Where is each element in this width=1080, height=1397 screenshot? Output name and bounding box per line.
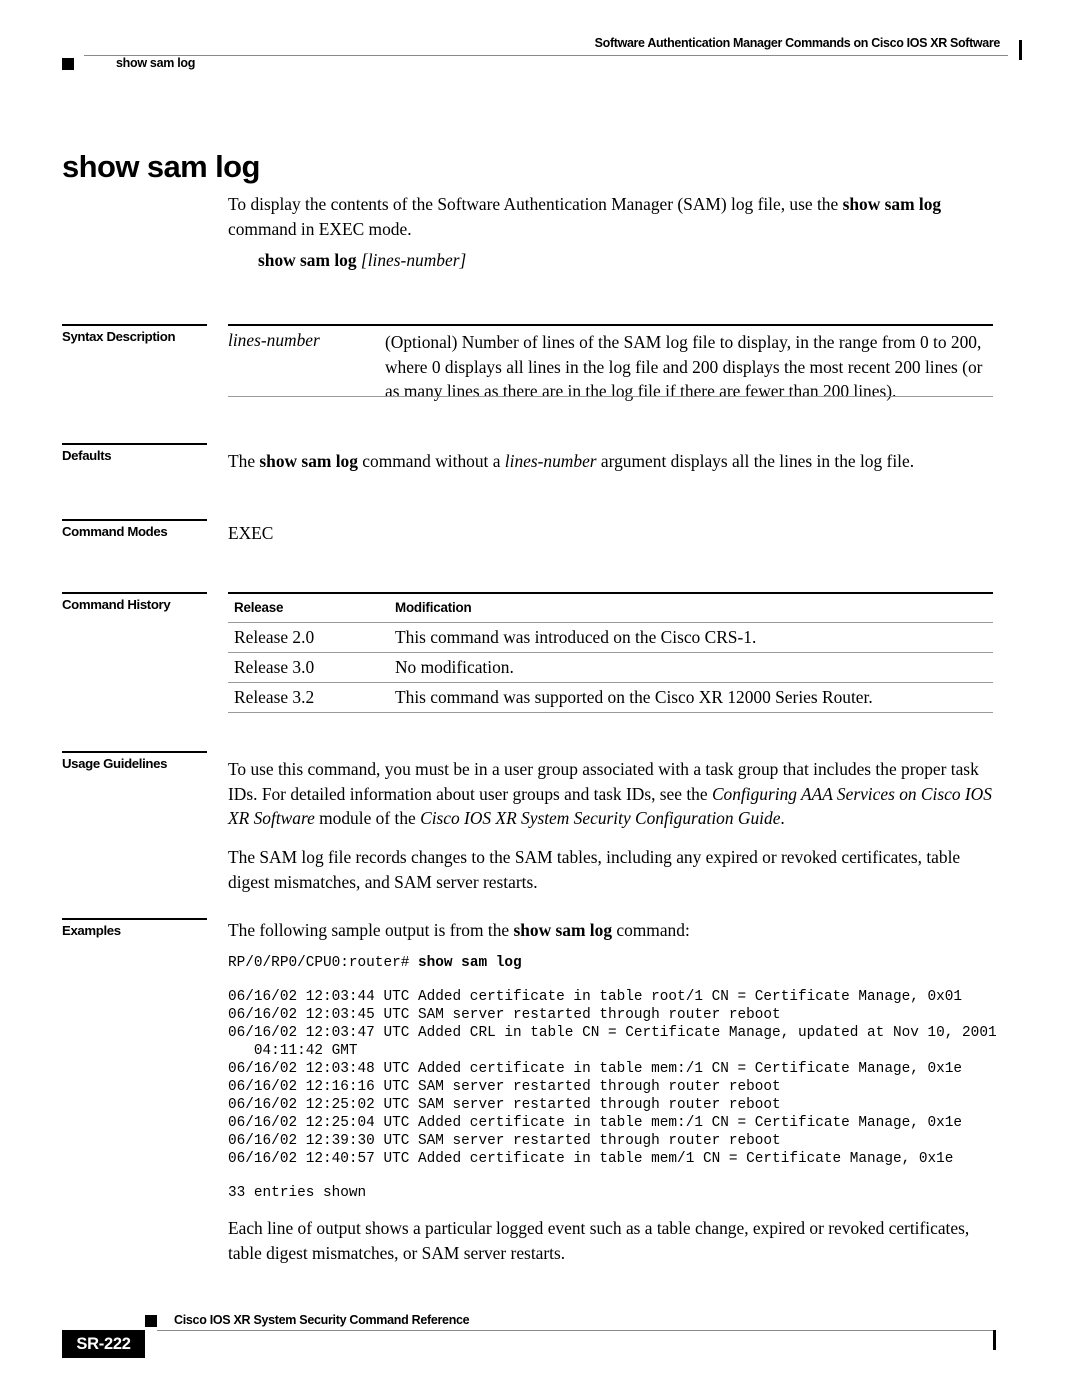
page-footer: SR-222 Cisco IOS XR System Security Comm… xyxy=(62,1307,1022,1367)
cli-prompt-line: RP/0/RP0/CPU0:router# show sam log xyxy=(228,954,522,972)
table-row: Release 2.0 This command was introduced … xyxy=(228,623,993,653)
ug-p1-title-2: Cisco IOS XR System Security Configurati… xyxy=(420,808,781,828)
usage-guidelines-paragraph-1: To use this command, you must be in a us… xyxy=(228,757,993,831)
section-label-usage-guidelines: Usage Guidelines xyxy=(62,751,222,771)
header-edge-tick xyxy=(1019,40,1022,60)
syntax-table-top-rule xyxy=(228,324,993,326)
column-header-modification: Modification xyxy=(395,600,472,615)
release-cell: Release 3.0 xyxy=(234,657,315,677)
output-line: 04:11:42 GMT xyxy=(228,1043,358,1059)
ug-p1-e: . xyxy=(780,808,785,828)
examples-lead-paragraph: The following sample output is from the … xyxy=(228,918,993,943)
defaults-argument: lines-number xyxy=(504,451,597,471)
intro-command: show sam log xyxy=(842,194,942,214)
output-line: 06/16/02 12:25:02 UTC SAM server restart… xyxy=(228,1097,781,1113)
usage-guidelines-paragraph-2: The SAM log file records changes to the … xyxy=(228,847,961,892)
command-syntax-line: show sam log [lines-number] xyxy=(258,250,466,271)
modification-cell: This command was supported on the Cisco … xyxy=(395,687,873,707)
breadcrumb: show sam log xyxy=(116,56,196,70)
history-table-top-rule xyxy=(228,592,993,594)
command-modes-value: EXEC xyxy=(228,523,274,543)
table-row: Release 3.2 This command was supported o… xyxy=(228,683,993,713)
section-label-defaults: Defaults xyxy=(62,443,222,463)
defaults-after: argument displays all the lines in the l… xyxy=(596,451,915,471)
output-line: 06/16/02 12:25:04 UTC Added certificate … xyxy=(228,1115,963,1131)
page-title: show sam log xyxy=(62,148,260,184)
entries-shown-line: 33 entries shown xyxy=(228,1185,367,1201)
section-label-command-history: Command History xyxy=(62,592,222,612)
footer-rule xyxy=(157,1330,994,1331)
output-line: 06/16/02 12:16:16 UTC SAM server restart… xyxy=(228,1079,781,1095)
header-title: Software Authentication Manager Commands… xyxy=(594,36,1001,50)
page-number-badge: SR-222 xyxy=(62,1330,145,1358)
defaults-command: show sam log xyxy=(259,451,358,471)
output-line: 06/16/02 12:39:30 UTC SAM server restart… xyxy=(228,1133,781,1149)
syntax-term: lines-number xyxy=(228,330,320,350)
table-row: Release 3.0 No modification. xyxy=(228,653,993,683)
release-cell: Release 2.0 xyxy=(234,627,315,647)
defaults-middle: command without a xyxy=(357,451,505,471)
table-header-row: Release Modification xyxy=(228,596,993,623)
column-header-release: Release xyxy=(234,600,284,615)
syntax-command: show sam log xyxy=(258,250,357,270)
output-line: 06/16/02 12:03:48 UTC Added certificate … xyxy=(228,1061,963,1077)
modification-cell: This command was introduced on the Cisco… xyxy=(395,627,757,647)
intro-text-before: To display the contents of the Software … xyxy=(228,194,843,214)
intro-paragraph: To display the contents of the Software … xyxy=(228,192,993,241)
cli-command: show sam log xyxy=(418,955,522,971)
section-label-command-modes: Command Modes xyxy=(62,519,222,539)
command-history-table: Release Modification Release 2.0 This co… xyxy=(228,596,993,713)
output-line: 06/16/02 12:40:57 UTC Added certificate … xyxy=(228,1151,954,1167)
header-rule xyxy=(84,55,1008,56)
modification-cell: No modification. xyxy=(395,657,514,677)
ug-p1-c: module of the xyxy=(314,808,421,828)
syntax-description-text: (Optional) Number of lines of the SAM lo… xyxy=(385,332,983,401)
cli-prompt: RP/0/RP0/CPU0:router# xyxy=(228,955,418,971)
output-line: 06/16/02 12:03:44 UTC Added certificate … xyxy=(228,989,963,1005)
syntax-argument: [lines-number] xyxy=(360,250,467,270)
intro-text-after: command in EXEC mode. xyxy=(228,218,412,239)
footer-edge-tick xyxy=(993,1330,996,1350)
examples-lead-command: show sam log xyxy=(513,920,613,940)
examples-trailing-paragraph: Each line of output shows a particular l… xyxy=(228,1218,970,1263)
output-line: 06/16/02 12:03:45 UTC SAM server restart… xyxy=(228,1007,781,1023)
examples-lead-before: The following sample output is from the xyxy=(228,920,514,940)
section-label-syntax-description: Syntax Description xyxy=(62,324,222,344)
footer-title: Cisco IOS XR System Security Command Ref… xyxy=(174,1313,470,1327)
bullet-square-icon xyxy=(145,1315,157,1327)
cli-output-block: 06/16/02 12:03:44 UTC Added certificate … xyxy=(228,988,997,1168)
examples-lead-after: command: xyxy=(612,920,690,940)
section-label-examples: Examples xyxy=(62,918,222,938)
output-line: 06/16/02 12:03:47 UTC Added CRL in table… xyxy=(228,1025,997,1041)
defaults-before: The xyxy=(228,451,260,471)
syntax-table-bottom-rule xyxy=(228,396,993,397)
page-running-header: Software Authentication Manager Commands… xyxy=(62,36,1022,76)
release-cell: Release 3.2 xyxy=(234,687,315,707)
defaults-paragraph: The show sam log command without a lines… xyxy=(228,449,993,474)
bullet-square-icon xyxy=(62,58,74,70)
